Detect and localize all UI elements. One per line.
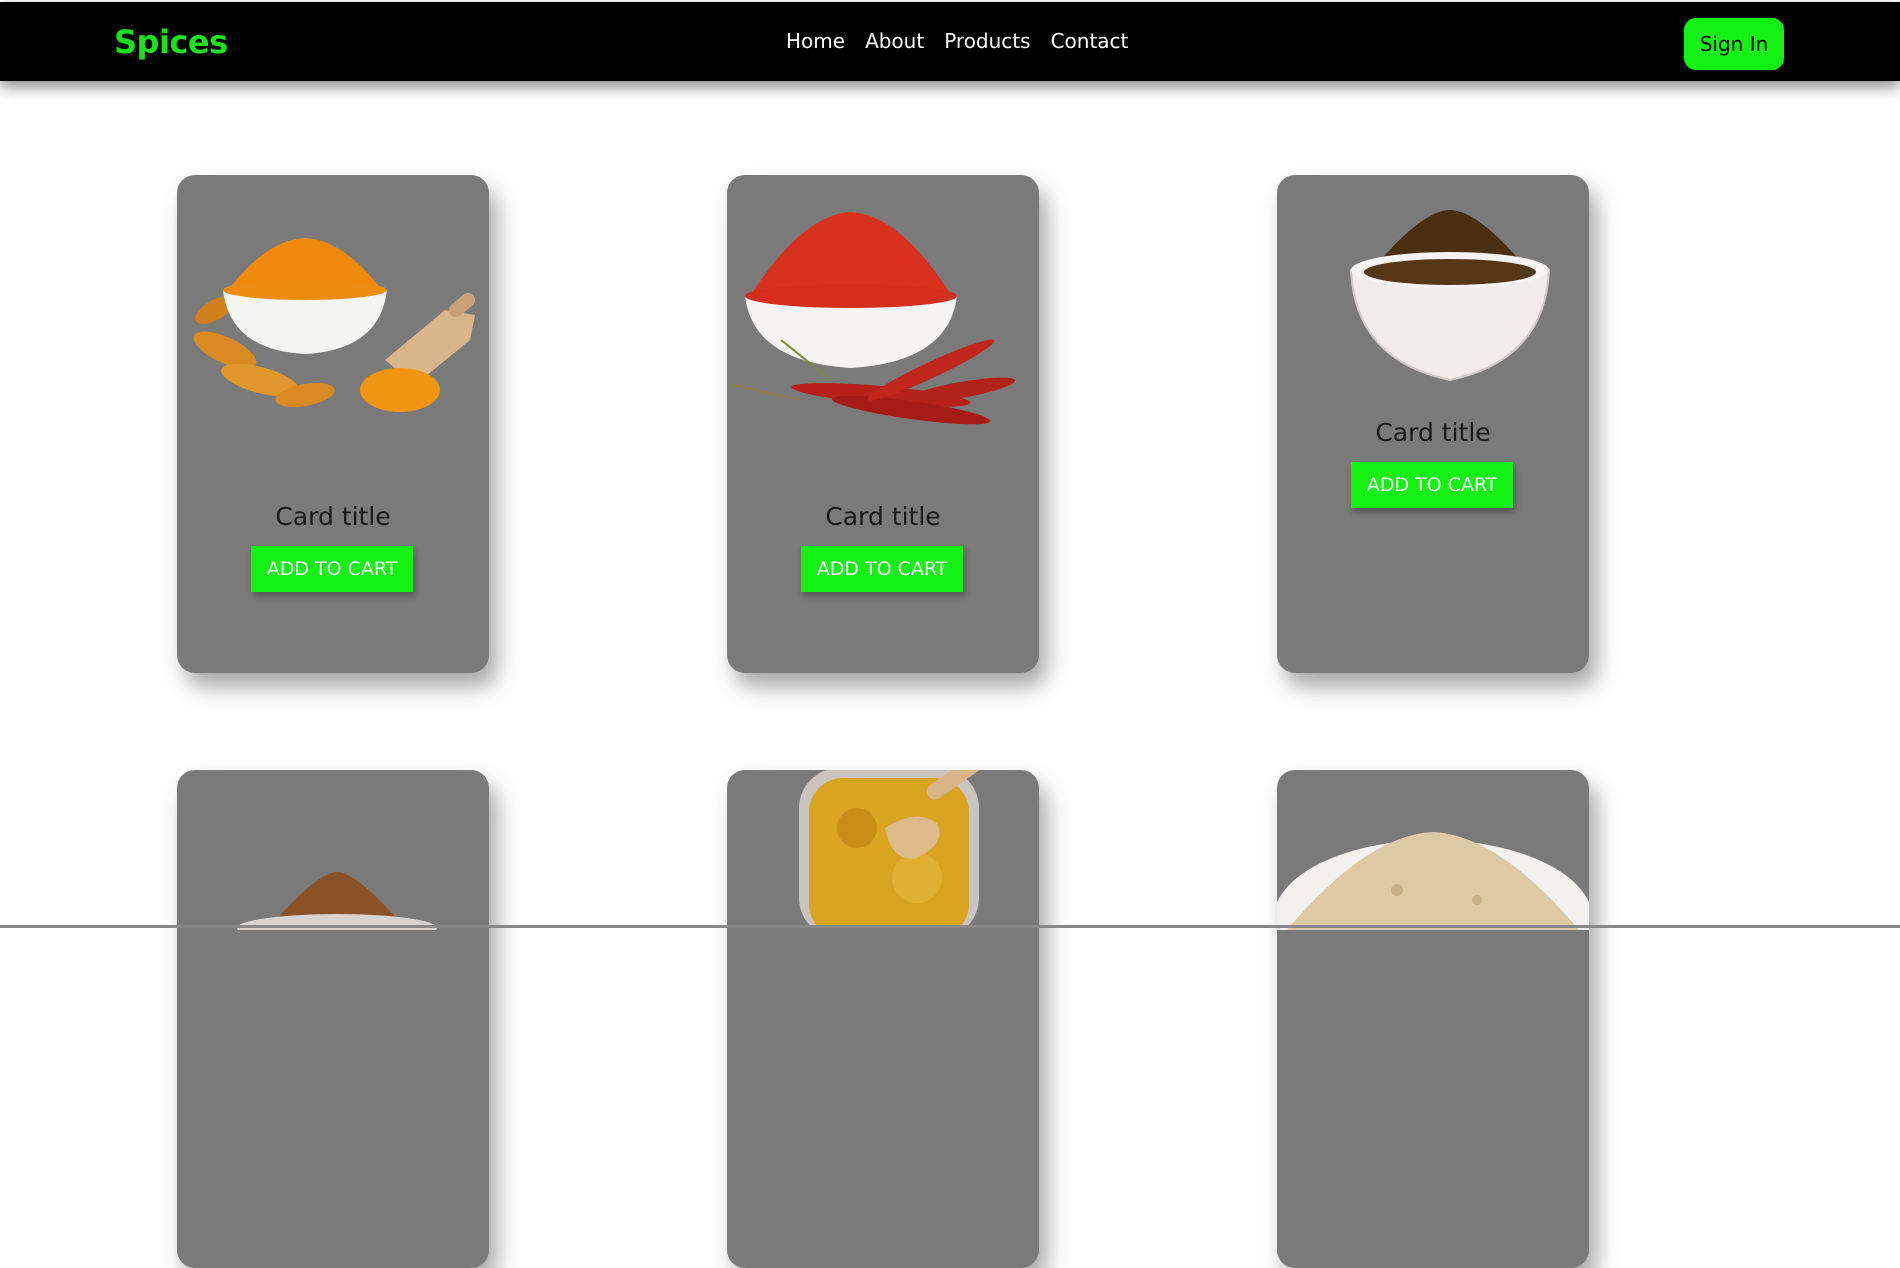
brand-logo[interactable]: Spices	[114, 23, 228, 61]
nav-link-home[interactable]: Home	[786, 29, 845, 53]
add-to-cart-button[interactable]: ADD TO CART	[251, 546, 413, 592]
add-to-cart-button[interactable]: ADD TO CART	[801, 546, 963, 592]
card-title: Card title	[275, 502, 391, 531]
product-card: Card title ADD TO CART	[727, 175, 1039, 673]
navbar: Spices Home About Products Contact Sign …	[0, 2, 1900, 81]
curry-powder-image	[799, 770, 988, 928]
turmeric-image	[193, 238, 476, 412]
nav-link-products[interactable]: Products	[944, 29, 1030, 53]
red-chili-image	[732, 212, 1016, 425]
product-card	[1277, 770, 1589, 1268]
product-card: Card title ADD TO CART	[1277, 175, 1589, 673]
ginger-powder-image	[1277, 832, 1589, 930]
nav-links: Home About Products Contact	[786, 29, 1148, 53]
cinnamon-powder-image	[237, 872, 437, 930]
product-card	[727, 770, 1039, 1268]
card-title: Card title	[825, 502, 941, 531]
card-title: Card title	[1375, 418, 1491, 447]
masala-powder-image	[1349, 210, 1551, 382]
sign-in-button[interactable]: Sign In	[1684, 18, 1784, 70]
add-to-cart-button[interactable]: ADD TO CART	[1351, 462, 1513, 508]
product-card	[177, 770, 489, 1268]
nav-link-contact[interactable]: Contact	[1051, 29, 1129, 53]
product-card: Card title ADD TO CART	[177, 175, 489, 673]
nav-link-about[interactable]: About	[865, 29, 924, 53]
